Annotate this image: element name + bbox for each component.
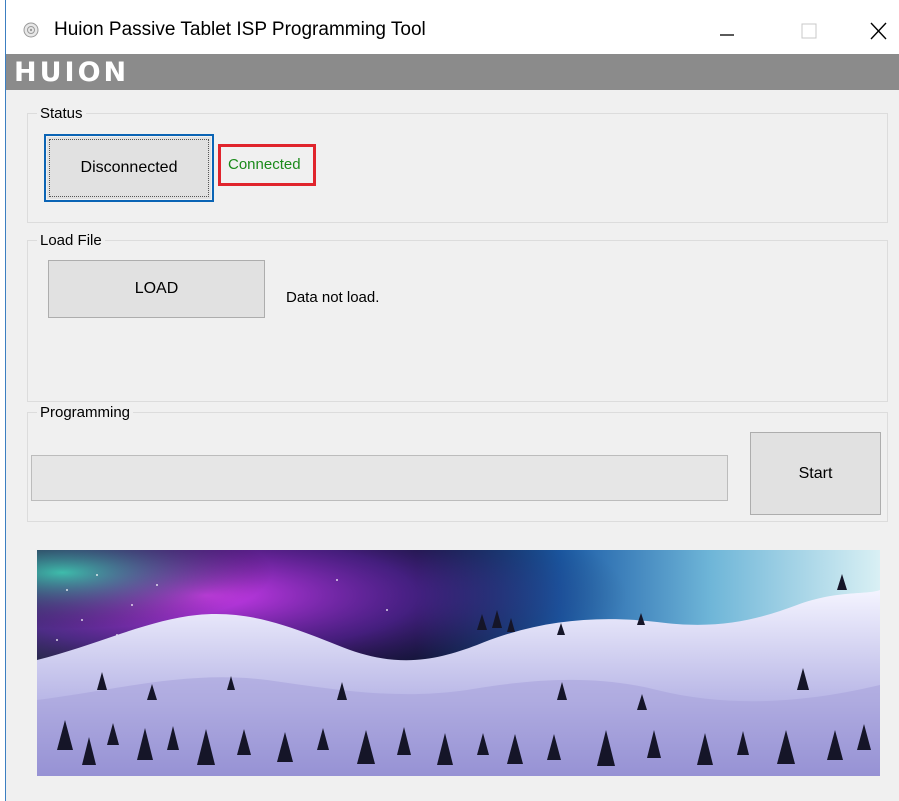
load-file-group-title: Load File	[37, 232, 105, 249]
window-left-edge	[0, 0, 6, 801]
close-icon	[870, 22, 887, 40]
huion-logo: HUION	[14, 57, 130, 88]
start-button-label: Start	[798, 464, 833, 482]
connect-button-label: Disconnected	[80, 159, 178, 176]
minimize-button[interactable]	[698, 10, 758, 50]
programming-progress-bar	[31, 455, 728, 501]
window-title: Huion Passive Tablet ISP Programming Too…	[54, 19, 426, 40]
close-button[interactable]	[844, 10, 899, 50]
scenery-svg	[37, 550, 880, 776]
start-button[interactable]: Start	[750, 432, 881, 515]
annotation-highlight-box	[218, 144, 316, 186]
status-group-title: Status	[37, 105, 86, 122]
brand-banner: HUION	[6, 54, 899, 90]
connect-button[interactable]: Disconnected	[44, 134, 214, 202]
maximize-icon	[801, 23, 817, 39]
mountain-scenery-image	[37, 550, 880, 776]
app-icon	[23, 22, 39, 38]
load-button-label: LOAD	[134, 280, 179, 297]
title-bar[interactable]: Huion Passive Tablet ISP Programming Too…	[6, 0, 899, 54]
programming-group-title: Programming	[37, 404, 134, 421]
maximize-button[interactable]	[778, 10, 838, 50]
load-status-message: Data not load.	[286, 289, 380, 306]
minimize-icon	[720, 34, 734, 36]
load-button[interactable]: LOAD	[48, 260, 265, 318]
